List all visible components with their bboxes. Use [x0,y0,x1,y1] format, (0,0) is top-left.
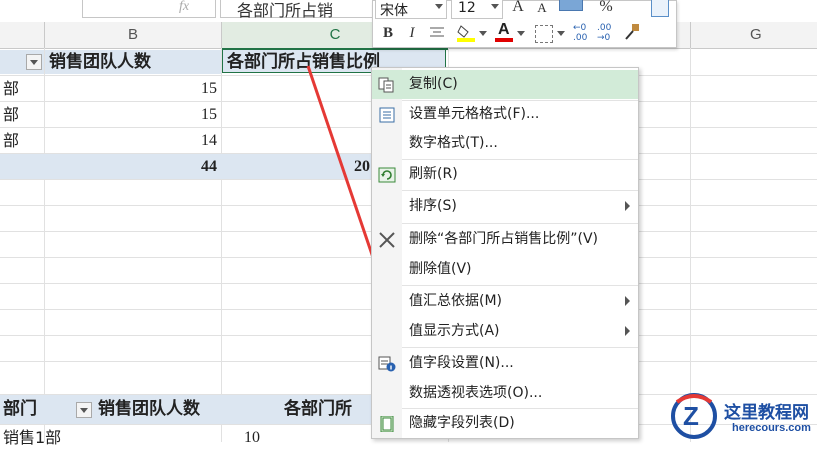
borders-icon[interactable] [535,25,553,43]
font-size: 12 [458,0,476,16]
menu-separator [402,347,638,348]
grow-font-button[interactable]: A [507,0,529,17]
format-painter-icon[interactable] [623,23,641,41]
font-name-box[interactable]: 宋体 [375,0,447,19]
menu-item-summarize-by[interactable]: 值汇总依据(M) [372,287,638,316]
mini-toolbar: 宋体 12 A A % B I A ←0.00 .00 →0 [372,0,677,48]
submenu-arrow-icon [625,296,630,306]
menu-item-value-field-settings[interactable]: 值字段设置(N)... [372,349,638,378]
menu-item-label: 删除值(V) [409,261,472,277]
chevron-down-icon[interactable] [479,31,487,36]
menu-item-copy[interactable]: 复制(C) [372,70,638,99]
menu-item-label: 复制(C) [409,76,458,92]
menu-item-label: 刷新(R) [409,166,458,182]
font-color-letter: A [498,21,510,38]
menu-item-delete-field[interactable]: 删除“各部门所占销售比例”(V) [372,225,638,254]
copy-icon [378,77,396,93]
menu-separator [402,223,638,224]
delete-x-icon [378,232,396,248]
menu-separator [402,285,638,286]
accounting-format-icon[interactable] [559,0,583,11]
fill-color-icon[interactable] [455,23,477,43]
menu-item-label: 删除“各部门所占销售比例”(V) [409,231,599,247]
watermark-logo: Z 这里教程网 herecours.com [668,390,817,442]
submenu-arrow-icon [625,326,630,336]
menu-item-refresh[interactable]: 刷新(R) [372,160,638,189]
menu-item-show-values-as[interactable]: 值显示方式(A) [372,317,638,346]
menu-item-number-format[interactable]: 数字格式(T)... [372,129,638,158]
align-center-icon[interactable] [429,27,445,39]
percent-button[interactable]: % [595,0,617,17]
menu-item-label: 设置单元格格式(F)... [409,106,540,122]
increase-decimal-icon[interactable]: ←0.00 [573,23,593,43]
menu-item-label: 值字段设置(N)... [409,355,514,371]
font-color-icon[interactable]: A [493,21,515,43]
chevron-down-icon[interactable] [435,4,443,9]
watermark-title: 这里教程网 [724,403,809,423]
context-menu: 复制(C) 设置单元格格式(F)... 数字格式(T)... 刷新(R) 排序(… [371,67,639,439]
field-list-icon [378,415,396,433]
font-color-swatch [495,38,513,42]
format-cells-icon [378,107,396,123]
field-settings-icon [378,356,396,372]
menu-item-hide-field-list[interactable]: 隐藏字段列表(D) [372,409,638,438]
menu-item-label: 值显示方式(A) [409,323,500,339]
format-painter-table-icon[interactable] [651,0,669,17]
menu-item-label: 数字格式(T)... [409,135,498,151]
menu-item-delete-values[interactable]: 删除值(V) [372,255,638,284]
chevron-down-icon[interactable] [491,4,499,9]
font-name: 宋体 [380,3,408,19]
font-size-box[interactable]: 12 [451,0,503,19]
menu-item-format-cells[interactable]: 设置单元格格式(F)... [372,100,638,129]
menu-item-label: 排序(S) [409,198,457,214]
chevron-down-icon[interactable] [557,31,565,36]
menu-item-pivot-options[interactable]: 数据透视表选项(O)... [372,379,638,408]
decrease-decimal-icon[interactable]: .00 →0 [597,23,617,43]
italic-button[interactable]: I [401,23,423,43]
chevron-down-icon[interactable] [517,31,525,36]
menu-item-label: 隐藏字段列表(D) [409,415,515,431]
refresh-icon [378,167,396,183]
svg-text:Z: Z [683,401,699,431]
shrink-font-button[interactable]: A [531,0,553,18]
menu-item-sort[interactable]: 排序(S) [372,192,638,221]
menu-separator [402,190,638,191]
menu-item-label: 值汇总依据(M) [409,293,503,309]
watermark-url: herecours.com [732,422,811,434]
menu-item-label: 数据透视表选项(O)... [409,385,543,401]
bold-button[interactable]: B [377,23,399,43]
watermark-emblem: Z [671,393,717,439]
submenu-arrow-icon [625,201,630,211]
